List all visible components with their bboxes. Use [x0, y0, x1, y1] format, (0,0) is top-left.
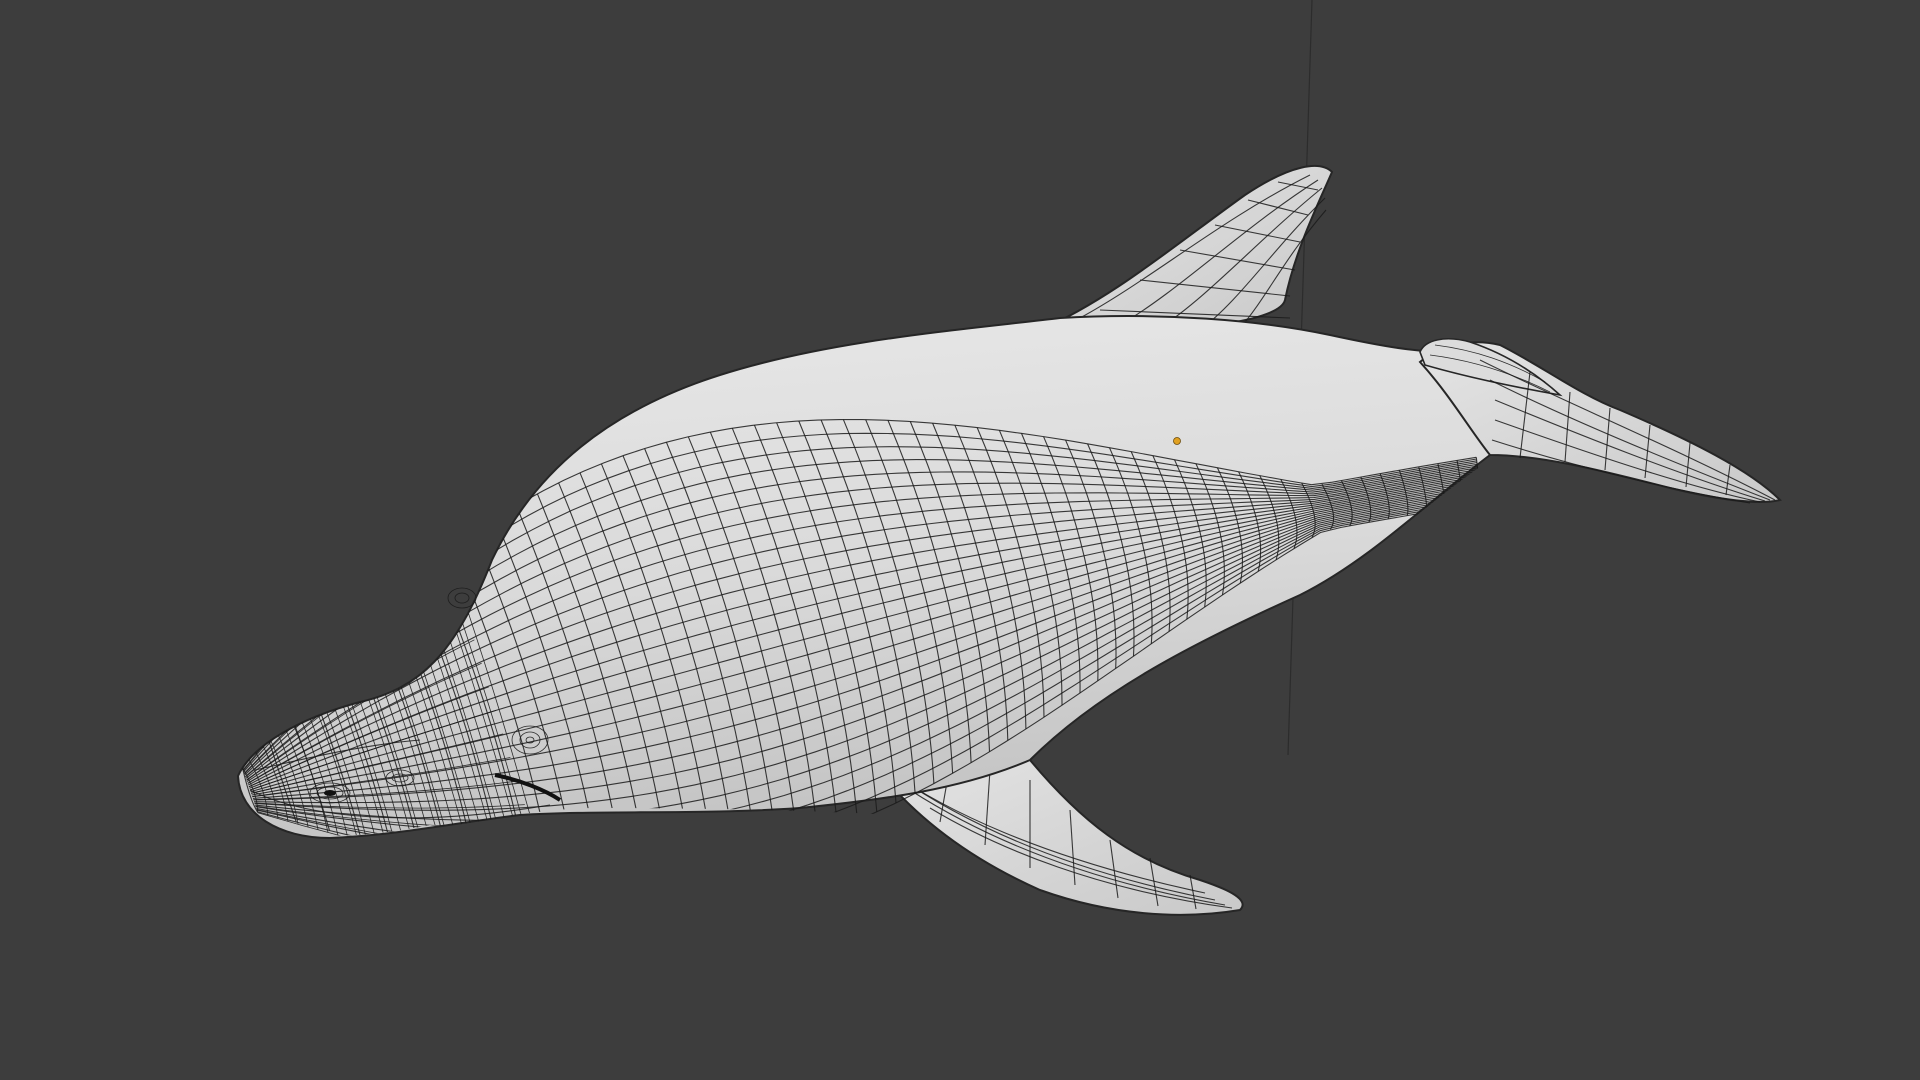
dorsal-fin[interactable]: [1039, 165, 1334, 332]
3d-viewport[interactable]: [0, 0, 1920, 1080]
object-origin-dot[interactable]: [1173, 437, 1181, 445]
mesh-edge-loop: [1475, 457, 1485, 503]
dolphin-mesh[interactable]: [236, 165, 1782, 916]
dolphin-body[interactable]: [236, 314, 1505, 840]
viewport-canvas[interactable]: [0, 0, 1920, 1080]
